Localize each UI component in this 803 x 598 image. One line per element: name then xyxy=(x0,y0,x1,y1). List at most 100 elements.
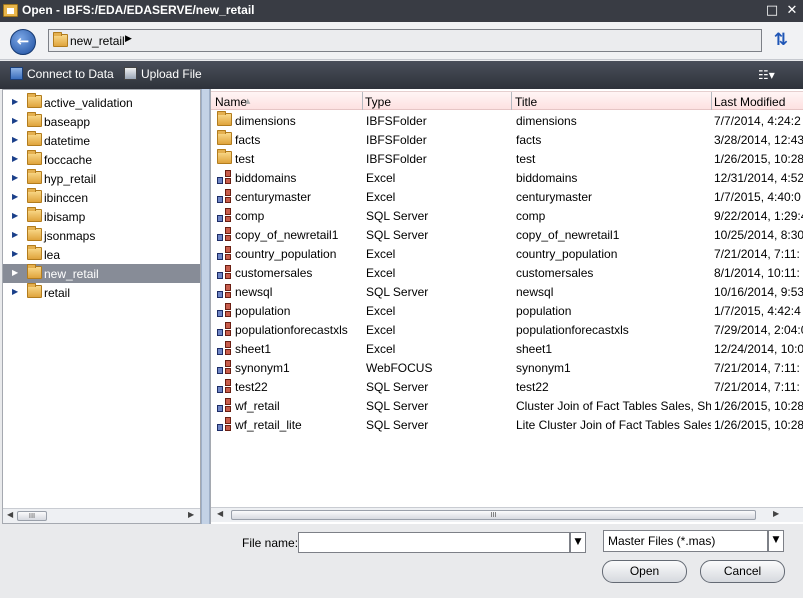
toolbar: Connect to Data Upload File ☷▾ xyxy=(0,61,803,89)
synonym-icon xyxy=(217,341,232,356)
database-icon xyxy=(10,67,23,80)
list-row[interactable]: country_population Excel country_populatio… xyxy=(211,244,803,263)
folder-open-icon xyxy=(27,264,42,279)
tree-item-new-retail[interactable]: ▶ new_retail xyxy=(3,264,200,283)
row-last-modified: 10/16/2014, 9:53 xyxy=(714,285,803,299)
column-divider[interactable] xyxy=(362,92,363,110)
file-name-input[interactable] xyxy=(298,532,570,553)
column-divider[interactable] xyxy=(711,92,712,110)
row-title: test xyxy=(516,152,536,166)
expand-arrow-icon[interactable]: ▶ xyxy=(12,192,18,201)
list-row[interactable]: population Excel population 1/7/2015, 4:42:… xyxy=(211,301,803,320)
tree-item-lea[interactable]: ▶ lea xyxy=(3,245,200,264)
tree-item-ibisamp[interactable]: ▶ ibisamp xyxy=(3,207,200,226)
file-list[interactable]: Name ▲ Type Title Last Modified dimensio… xyxy=(210,89,803,524)
tree-item-foccache[interactable]: ▶ foccache xyxy=(3,150,200,169)
list-row[interactable]: dimensions IBFSFolder dimensions 7/7/2014, … xyxy=(211,111,803,130)
column-header-name[interactable]: Name xyxy=(215,95,247,109)
tree-item-baseapp[interactable]: ▶ baseapp xyxy=(3,112,200,131)
expand-arrow-icon[interactable]: ▶ xyxy=(12,135,18,144)
dialog-footer: File name: ▼ Master Files (*.mas) ▼ Open… xyxy=(0,524,803,598)
open-button[interactable]: Open xyxy=(602,560,687,583)
pane-splitter[interactable] xyxy=(201,89,210,524)
expand-arrow-icon[interactable]: ▶ xyxy=(12,154,18,163)
view-options-button[interactable]: ☷▾ xyxy=(758,67,784,83)
tree-item-retail[interactable]: ▶ retail xyxy=(3,283,200,302)
maximize-button[interactable]: □ xyxy=(764,3,780,19)
scroll-thumb[interactable]: III xyxy=(17,511,47,521)
breadcrumb-item-new-retail[interactable]: new_retail xyxy=(70,34,125,48)
back-button[interactable]: ← xyxy=(10,29,36,55)
row-type: IBFSFolder xyxy=(366,152,427,166)
tree-item-ibinccen[interactable]: ▶ ibinccen xyxy=(3,188,200,207)
connect-to-data-button[interactable]: Connect to Data xyxy=(10,67,114,81)
file-type-select[interactable]: Master Files (*.mas) xyxy=(603,530,768,552)
expand-arrow-icon[interactable]: ▶ xyxy=(12,249,18,258)
row-last-modified: 10/25/2014, 8:30 xyxy=(714,228,803,242)
column-divider[interactable] xyxy=(511,92,512,110)
list-row[interactable]: populationforecastxls Excel populationfore… xyxy=(211,320,803,339)
folder-icon xyxy=(27,207,42,222)
tree-item-active-validation[interactable]: ▶ active_validation xyxy=(3,93,200,112)
expand-arrow-icon[interactable]: ▶ xyxy=(12,97,18,106)
column-header-title[interactable]: Title xyxy=(515,95,537,109)
refresh-button[interactable]: ⇅ xyxy=(771,31,791,51)
expand-arrow-icon[interactable]: ▶ xyxy=(12,268,18,277)
row-last-modified: 1/7/2015, 4:42:4 xyxy=(714,304,801,318)
row-type: SQL Server xyxy=(366,418,429,432)
row-type: SQL Server xyxy=(366,228,429,242)
path-breadcrumb[interactable]: new_retail ▶ xyxy=(48,29,762,52)
row-name: wf_retail xyxy=(235,399,280,413)
expand-arrow-icon[interactable]: ▶ xyxy=(12,173,18,182)
row-title: sheet1 xyxy=(516,342,553,356)
row-name: facts xyxy=(235,133,261,147)
chevron-down-icon: ▼ xyxy=(772,535,780,545)
tree-item-hyp-retail[interactable]: ▶ hyp_retail xyxy=(3,169,200,188)
scroll-right-icon[interactable]: ▶ xyxy=(773,509,779,518)
list-row[interactable]: facts IBFSFolder facts 3/28/2014, 12:43 xyxy=(211,130,803,149)
upload-file-button[interactable]: Upload File xyxy=(124,67,202,81)
synonym-icon xyxy=(217,360,232,375)
list-row[interactable]: biddomains Excel biddomains 12/31/2014, 4:5… xyxy=(211,168,803,187)
list-horizontal-scrollbar[interactable]: ◀ III ▶ xyxy=(211,507,803,522)
folder-icon xyxy=(27,169,42,184)
scroll-right-icon[interactable]: ▶ xyxy=(188,510,194,519)
tree-item-label: datetime xyxy=(44,134,91,148)
expand-arrow-icon[interactable]: ▶ xyxy=(12,287,18,296)
list-row[interactable]: copy_of_newretail1 SQL Server copy_of_newr… xyxy=(211,225,803,244)
cancel-button[interactable]: Cancel xyxy=(700,560,785,583)
list-row[interactable]: synonym1 WebFOCUS synonym1 7/21/2014, 7:11: xyxy=(211,358,803,377)
file-name-dropdown-button[interactable]: ▼ xyxy=(570,532,586,553)
synonym-icon xyxy=(217,189,232,204)
breadcrumb-arrow-icon[interactable]: ▶ xyxy=(125,34,132,44)
row-type: Excel xyxy=(366,171,396,185)
close-button[interactable]: ✕ xyxy=(784,3,800,19)
folder-tree[interactable]: ▶ active_validation ▶ baseapp ▶ datetime ▶ f… xyxy=(2,89,201,524)
column-header-last-modified[interactable]: Last Modified xyxy=(714,95,785,109)
expand-arrow-icon[interactable]: ▶ xyxy=(12,230,18,239)
list-row[interactable]: wf_retail SQL Server Cluster Join of Fact … xyxy=(211,396,803,415)
row-last-modified: 1/26/2015, 10:28 xyxy=(714,152,803,166)
row-title: population xyxy=(516,304,572,318)
tree-item-datetime[interactable]: ▶ datetime xyxy=(3,131,200,150)
list-row[interactable]: wf_retail_lite SQL Server Lite Cluster Joi… xyxy=(211,415,803,434)
list-row[interactable]: newsql SQL Server newsql 10/16/2014, 9:53 xyxy=(211,282,803,301)
list-row[interactable]: customersales Excel customersales 8/1/2014,… xyxy=(211,263,803,282)
tree-horizontal-scrollbar[interactable]: ◀ III ▶ xyxy=(3,508,200,523)
row-type: Excel xyxy=(366,304,396,318)
scroll-left-icon[interactable]: ◀ xyxy=(7,510,13,519)
list-row[interactable]: sheet1 Excel sheet1 12/24/2014, 10:0 xyxy=(211,339,803,358)
list-row[interactable]: test22 SQL Server test22 7/21/2014, 7:11: xyxy=(211,377,803,396)
row-type: IBFSFolder xyxy=(366,133,427,147)
expand-arrow-icon[interactable]: ▶ xyxy=(12,211,18,220)
list-row[interactable]: centurymaster Excel centurymaster 1/7/2015,… xyxy=(211,187,803,206)
file-type-dropdown-button[interactable]: ▼ xyxy=(768,530,784,552)
scroll-thumb[interactable]: III xyxy=(231,510,756,520)
expand-arrow-icon[interactable]: ▶ xyxy=(12,116,18,125)
scroll-left-icon[interactable]: ◀ xyxy=(217,509,223,518)
tree-item-jsonmaps[interactable]: ▶ jsonmaps xyxy=(3,226,200,245)
list-row[interactable]: test IBFSFolder test 1/26/2015, 10:28 xyxy=(211,149,803,168)
column-header-type[interactable]: Type xyxy=(365,95,391,109)
list-row[interactable]: comp SQL Server comp 9/22/2014, 1:29:4 xyxy=(211,206,803,225)
list-view-icon: ☷▾ xyxy=(758,68,775,82)
